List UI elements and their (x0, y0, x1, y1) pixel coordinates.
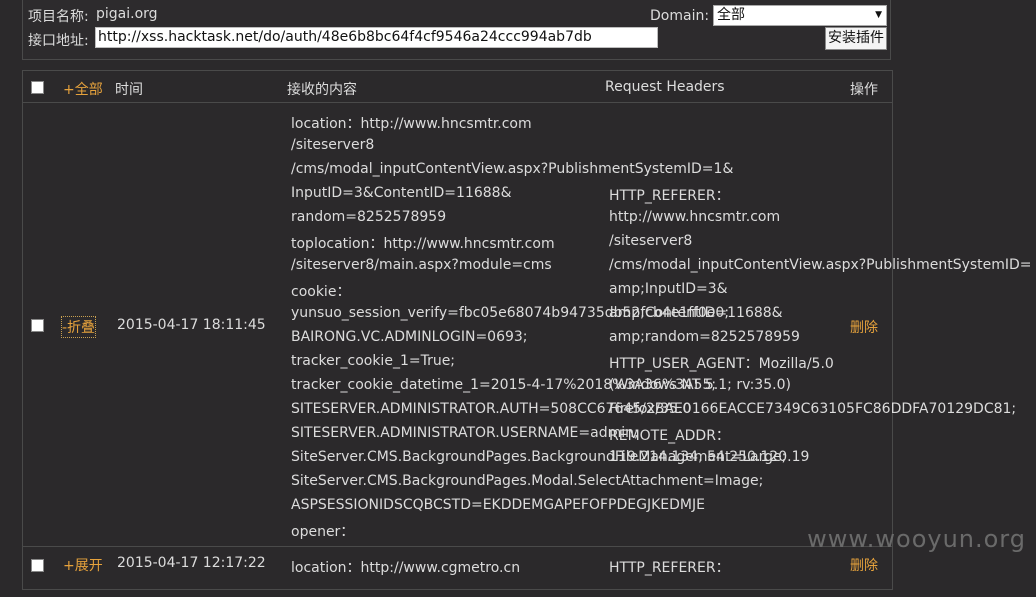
content-line: opener： (291, 524, 355, 540)
header-line: (Windows NT 5.1; rv:35.0) (609, 377, 791, 393)
content-line: /siteserver8/main.aspx?module=cms (291, 257, 552, 273)
header-line: /siteserver8 (609, 233, 693, 249)
header-line: HTTP_REFERER： (609, 188, 730, 204)
column-header-time: 时间 (115, 82, 143, 98)
domain-selected-value: 全部 (717, 7, 745, 23)
header-line: Firefox/35.0 (609, 401, 692, 417)
header-line: amp;InputID=3& (609, 281, 728, 297)
content-line: location：http://www.cgmetro.cn (291, 560, 521, 576)
row-checkbox[interactable] (31, 559, 44, 572)
api-url-input[interactable]: http://xss.hacktask.net/do/auth/48e6b8bc… (95, 27, 658, 48)
api-url-label: 接口地址: (28, 33, 89, 49)
header-line: http://www.hncsmtr.com (609, 209, 781, 225)
content-line: SiteServer.CMS.BackgroundPages.Modal.Sel… (291, 473, 764, 489)
project-name-label: 项目名称: (28, 9, 89, 25)
chevron-down-icon: ▼ (875, 10, 882, 20)
header-line: HTTP_REFERER： (609, 560, 730, 576)
content-line: toplocation：http://www.hncsmtr.com (291, 236, 555, 252)
table-row: +展开 2015-04-17 12:17:22 location：http://… (23, 546, 892, 597)
content-line: cookie： (291, 284, 351, 300)
header-line: REMOTE_ADDR： (609, 428, 730, 444)
column-header-content: 接收的内容 (287, 82, 357, 98)
content-line: SITESERVER.ADMINISTRATOR.USERNAME=admin; (291, 425, 639, 441)
content-line: InputID=3&ContentID=11688& (291, 185, 512, 201)
column-header-action: 操作 (850, 82, 878, 98)
content-line: ASPSESSIONIDSCQBCSTD=EKDDEMGAPEFOFPDEGJK… (291, 497, 705, 513)
delete-link[interactable]: 删除 (850, 555, 878, 575)
row-time: 2015-04-17 18:11:45 (117, 317, 266, 333)
domain-label: Domain: (650, 8, 710, 24)
expand-toggle[interactable]: +展开 (63, 555, 103, 575)
expand-all-link[interactable]: +全部 (63, 79, 103, 99)
collapse-toggle[interactable]: -折叠 (60, 316, 97, 338)
select-all-checkbox[interactable] (31, 81, 44, 94)
content-line: location：http://www.hncsmtr.com (291, 116, 532, 132)
content-line: /siteserver8 (291, 137, 375, 153)
watermark: www.wooyun.org (807, 525, 1026, 553)
row-time: 2015-04-17 12:17:22 (117, 555, 266, 571)
header-line: 119.214.134, 54.250.120.19 (609, 449, 810, 465)
project-name-value: pigai.org (96, 6, 158, 22)
content-line: BAIRONG.VC.ADMINLOGIN=0693; (291, 329, 528, 345)
header-line: HTTP_USER_AGENT：Mozilla/5.0 (609, 356, 834, 372)
records-table: +全部 时间 接收的内容 Request Headers 操作 -折叠 2015… (22, 70, 1032, 590)
content-line: random=8252578959 (291, 209, 447, 225)
content-line: /cms/modal_inputContentView.aspx?Publish… (291, 161, 734, 177)
header-line: /cms/modal_inputContentView.aspx?Publish… (609, 257, 1032, 273)
row-checkbox[interactable] (31, 319, 44, 332)
header-line: amp;ContentID=11688& (609, 305, 783, 321)
table-header: +全部 时间 接收的内容 Request Headers 操作 (23, 71, 892, 103)
install-plugin-button[interactable]: 安装插件 (825, 27, 887, 50)
content-line: tracker_cookie_1=True; (291, 353, 456, 369)
header-line: amp;random=8252578959 (609, 329, 800, 345)
domain-select[interactable]: 全部 ▼ (713, 5, 887, 26)
delete-link[interactable]: 删除 (850, 317, 878, 337)
column-header-request-headers: Request Headers (605, 79, 725, 95)
